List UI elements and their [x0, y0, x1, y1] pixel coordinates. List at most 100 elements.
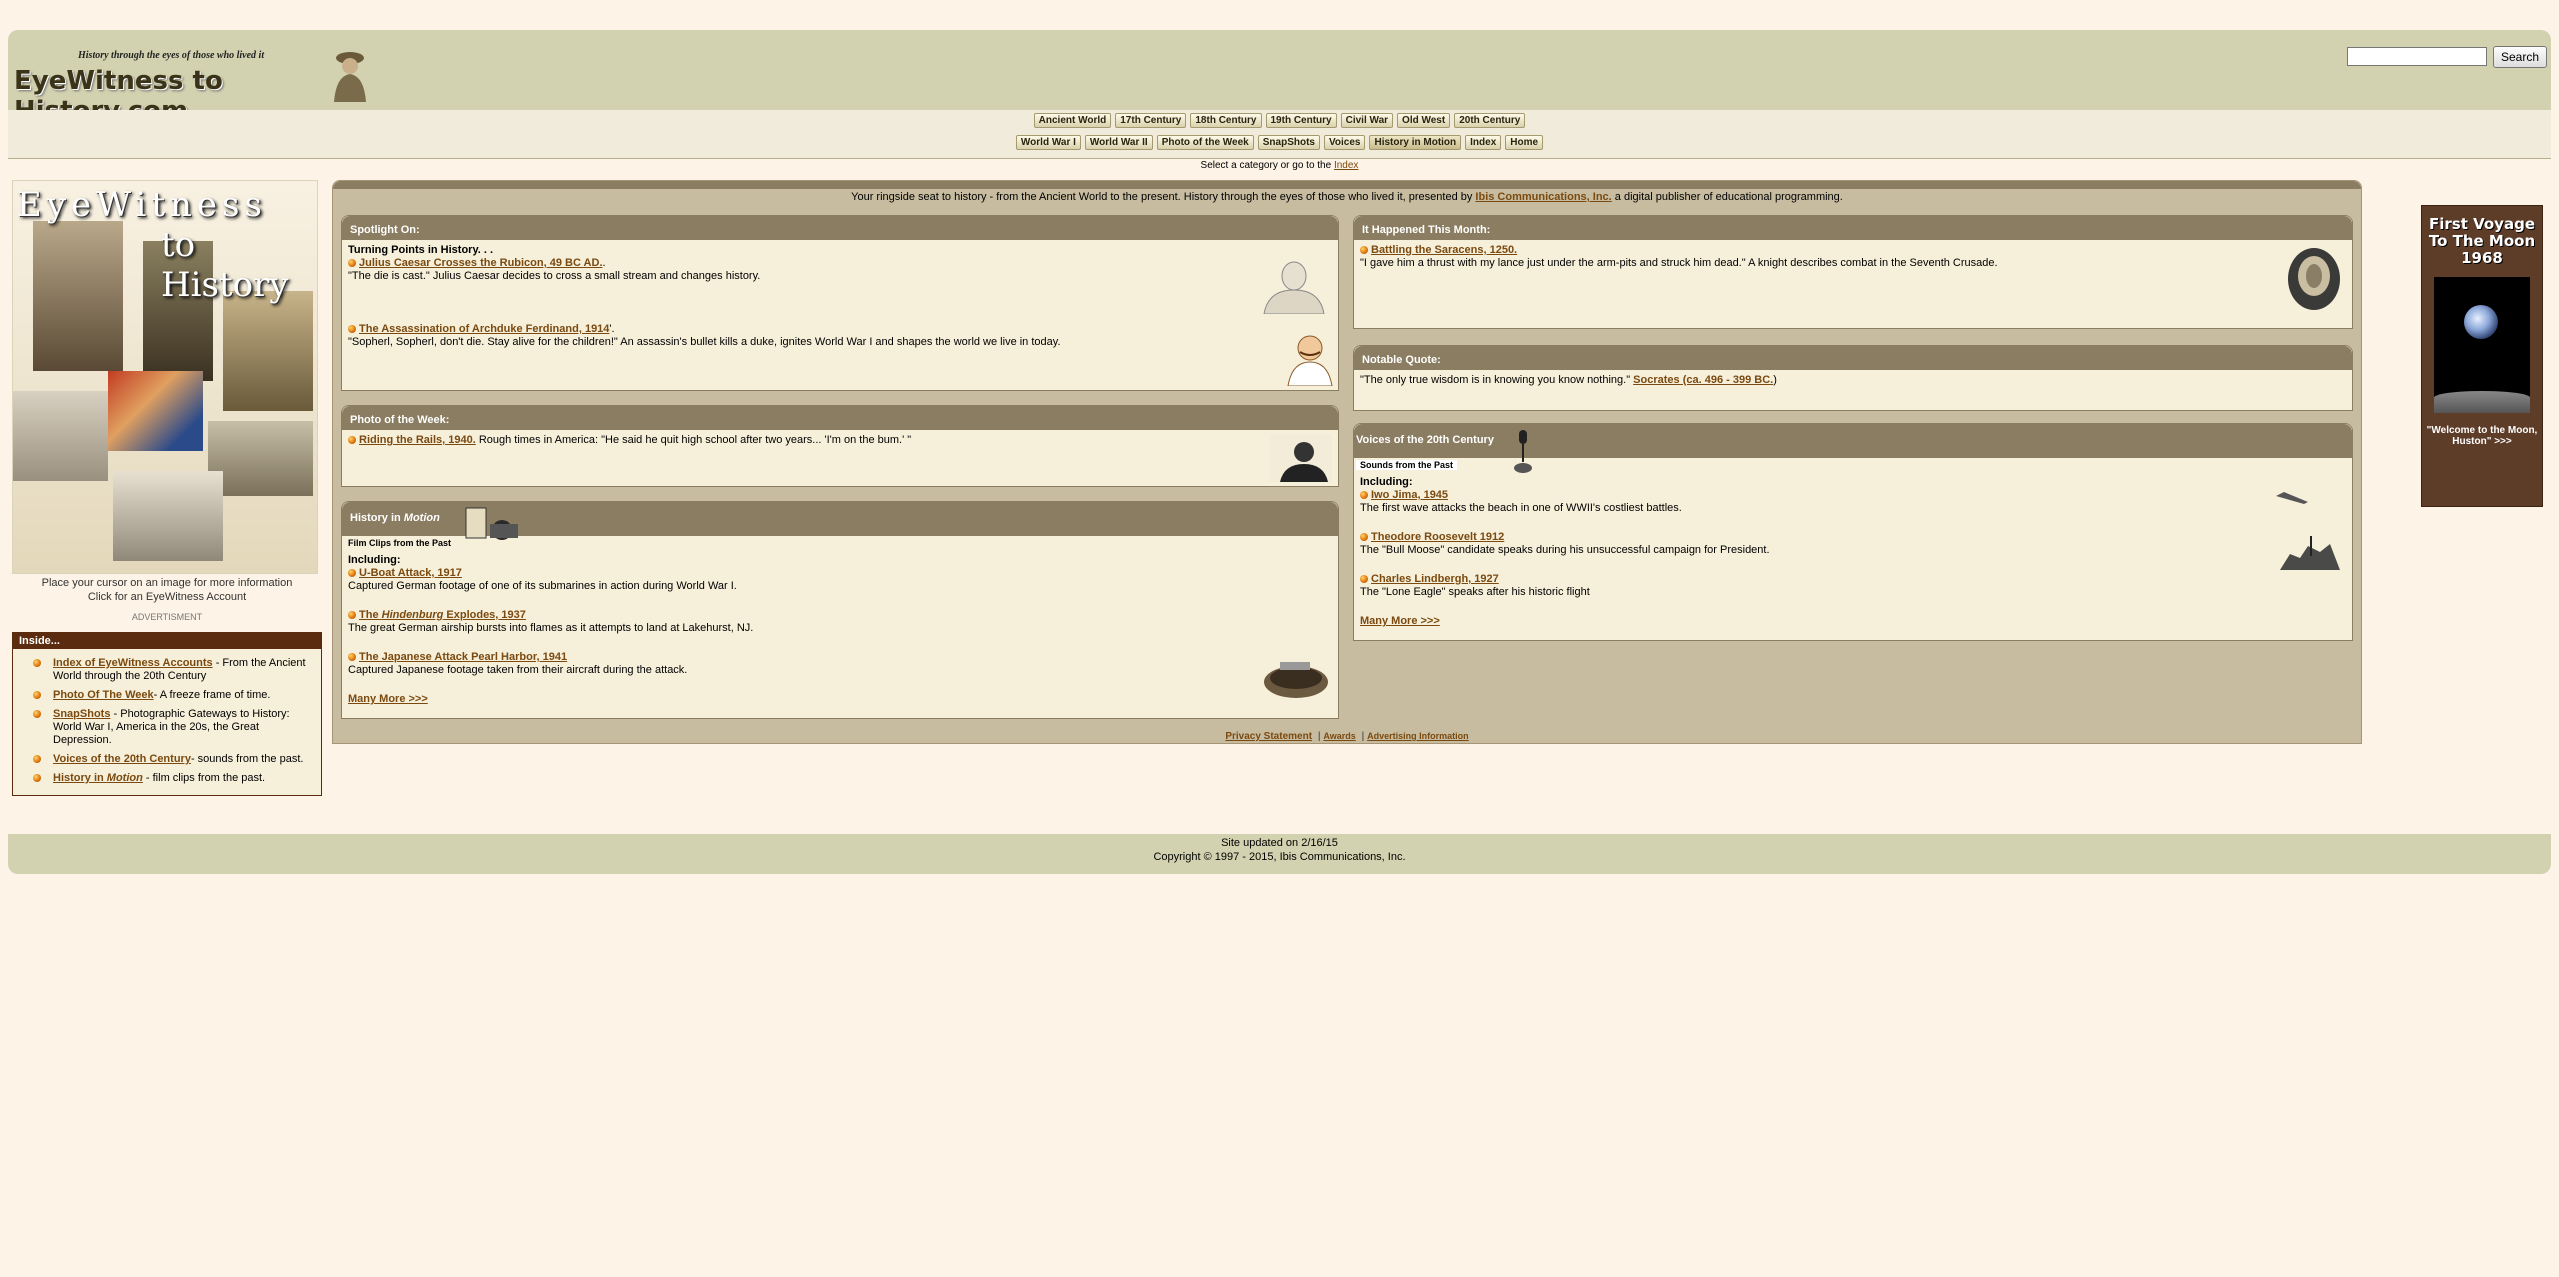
- collage-painting[interactable]: [108, 371, 203, 451]
- history-motion-header: History in Motion: [342, 502, 1338, 540]
- moon-voyage-ad[interactable]: First Voyage To The Moon 1968 "Welcome t…: [2421, 205, 2543, 507]
- spotlight-item: Julius Caesar Crosses the Rubicon, 49 BC…: [348, 257, 1332, 270]
- collage-title-2: to History: [161, 225, 289, 305]
- nav-row-2: World War I World War II Photo of the We…: [8, 135, 2551, 150]
- search-input[interactable]: [2347, 47, 2487, 66]
- intro-text: Your ringside seat to history - from the…: [333, 191, 2361, 203]
- nav-hint-index-link[interactable]: Index: [1334, 160, 1358, 171]
- motion-item-link-em: Hindenburg: [381, 609, 444, 621]
- inside-item: Index of EyeWitness Accounts - From the …: [33, 657, 311, 683]
- voices-item-link[interactable]: Charles Lindbergh, 1927: [1371, 573, 1499, 585]
- inside-item-link[interactable]: Voices of the 20th Century: [53, 753, 191, 765]
- nav-voices[interactable]: Voices: [1323, 135, 1366, 150]
- nav-photo-of-the-week[interactable]: Photo of the Week: [1156, 135, 1254, 150]
- inside-item: Photo Of The Week- A freeze frame of tim…: [33, 689, 311, 702]
- intro-post: a digital publisher of educational progr…: [1611, 191, 1843, 203]
- collage-ship[interactable]: [13, 391, 108, 481]
- photo-week-text: Rough times in America: "He said he quit…: [475, 434, 912, 446]
- main-panel: Your ringside seat to history - from the…: [332, 180, 2362, 744]
- photo-week-title: Photo of the Week:: [342, 406, 1338, 430]
- bullet-icon: [1360, 246, 1368, 255]
- knight-portrait-thumbnail[interactable]: [2286, 246, 2342, 312]
- inside-item-link-pre: History in: [53, 772, 107, 784]
- site-header: History through the eyes of those who li…: [8, 30, 2551, 126]
- voices-item: Iwo Jima, 1945: [1360, 489, 2346, 502]
- voices-panel: Voices of the 20th Century Sounds from t…: [1353, 423, 2353, 641]
- spotlight-subtitle: Turning Points in History. . .: [348, 244, 494, 256]
- nav-17th-century[interactable]: 17th Century: [1115, 113, 1187, 128]
- happened-title: It Happened This Month:: [1354, 216, 2352, 240]
- inside-item-text: - A freeze frame of time.: [153, 689, 271, 701]
- collage-figure-left[interactable]: [33, 221, 123, 371]
- nav-home[interactable]: Home: [1505, 135, 1544, 150]
- voices-item-text: The "Bull Moose" candidate speaks during…: [1360, 544, 1770, 556]
- aircraft-thumbnail[interactable]: [2274, 490, 2310, 510]
- inside-item: Voices of the 20th Century- sounds from …: [33, 753, 311, 766]
- inside-item-link[interactable]: SnapShots: [53, 708, 110, 720]
- nav-snapshots[interactable]: SnapShots: [1257, 135, 1320, 150]
- spotlight-panel: Spotlight On: Turning Points in History.…: [341, 215, 1339, 391]
- inside-list: Index of EyeWitness Accounts - From the …: [33, 657, 311, 785]
- spotlight-item-link[interactable]: Julius Caesar Crosses the Rubicon, 49 BC…: [359, 257, 603, 269]
- nav-19th-century[interactable]: 19th Century: [1265, 113, 1337, 128]
- happened-panel: It Happened This Month: Battling the Sar…: [1353, 215, 2353, 329]
- ibis-link[interactable]: Ibis Communications, Inc.: [1475, 191, 1611, 203]
- ad-title: First Voyage To The Moon 1968: [2428, 215, 2536, 267]
- history-motion-panel: History in Motion Film Clips from the Pa…: [341, 501, 1339, 719]
- collage-car[interactable]: [113, 471, 223, 561]
- voices-more-link[interactable]: Many More >>>: [1360, 615, 2346, 628]
- inside-item: SnapShots - Photographic Gateways to His…: [33, 708, 311, 747]
- privacy-link[interactable]: Privacy Statement: [1225, 731, 1312, 742]
- voices-item-text: The "Lone Eagle" speaks after his histor…: [1360, 586, 1590, 598]
- search-button[interactable]: Search: [2493, 46, 2547, 68]
- inside-item-link-em: Motion: [106, 772, 143, 784]
- ad-caption: "Welcome to the Moon, Huston" >>>: [2426, 425, 2538, 447]
- intro-pre: Your ringside seat to history - from the…: [851, 191, 1476, 203]
- caesar-bust-thumbnail[interactable]: [1256, 258, 1332, 314]
- film-reel-thumbnail[interactable]: [1260, 656, 1332, 702]
- quote-body: "The only true wisdom is in knowing you …: [1354, 370, 2352, 391]
- riding-rails-thumbnail[interactable]: [1270, 434, 1332, 482]
- nav-world-war-1[interactable]: World War I: [1015, 135, 1081, 150]
- history-motion-more-link[interactable]: Many More >>>: [348, 693, 1332, 706]
- nav-ancient-world[interactable]: Ancient World: [1033, 113, 1112, 128]
- spotlight-item-link[interactable]: The Assassination of Archduke Ferdinand,…: [359, 323, 609, 335]
- voices-title: Voices of the 20th Century: [1356, 434, 1494, 446]
- inside-item-link[interactable]: History in Motion: [53, 772, 143, 784]
- nav-index[interactable]: Index: [1465, 135, 1502, 150]
- microphone-icon: [1514, 430, 1532, 473]
- nav-civil-war[interactable]: Civil War: [1340, 113, 1394, 128]
- nav-hint: Select a category or go to the Index: [0, 160, 2559, 171]
- motion-item-text: The great German airship bursts into fla…: [348, 622, 754, 634]
- motion-item-link[interactable]: The Hindenburg Explodes, 1937: [359, 609, 526, 621]
- collage-figure-right[interactable]: [223, 291, 313, 411]
- motion-item-link[interactable]: The Japanese Attack Pearl Harbor, 1941: [359, 651, 567, 663]
- happened-link[interactable]: Battling the Saracens, 1250.: [1371, 244, 1517, 256]
- nav-old-west[interactable]: Old West: [1397, 113, 1451, 128]
- inside-item-link[interactable]: Photo Of The Week: [53, 689, 154, 701]
- site-logo[interactable]: History through the eyes of those who li…: [12, 48, 382, 126]
- awards-link[interactable]: Awards: [1323, 731, 1355, 741]
- voices-item-link[interactable]: Iwo Jima, 1945: [1371, 489, 1448, 501]
- motion-item-link[interactable]: U-Boat Attack, 1917: [359, 567, 462, 579]
- advertising-link[interactable]: Advertising Information: [1367, 731, 1469, 741]
- bullet-icon: [33, 659, 41, 667]
- nav-18th-century[interactable]: 18th Century: [1190, 113, 1262, 128]
- inside-item-link[interactable]: Index of EyeWitness Accounts: [53, 657, 213, 669]
- logo-figure-icon: [334, 52, 366, 102]
- separator: |: [1361, 731, 1365, 742]
- flag-raising-thumbnail[interactable]: [2280, 536, 2340, 570]
- bullet-icon: [348, 436, 356, 445]
- voices-item-link[interactable]: Theodore Roosevelt 1912: [1371, 531, 1504, 543]
- nav-20th-century[interactable]: 20th Century: [1454, 113, 1526, 128]
- bullet-icon: [348, 611, 356, 620]
- photo-week-link[interactable]: Riding the Rails, 1940.: [359, 434, 476, 446]
- inside-box-title: Inside...: [13, 633, 321, 649]
- socrates-link[interactable]: Socrates (ca. 496 - 399 BC.: [1633, 374, 1773, 386]
- history-motion-body: Including: U-Boat Attack, 1917 Captured …: [342, 536, 1338, 710]
- ferdinand-portrait-thumbnail[interactable]: [1282, 328, 1338, 386]
- collage-landscape[interactable]: [208, 421, 313, 496]
- history-collage-image[interactable]: EyeWitness to History: [12, 180, 318, 574]
- nav-world-war-2[interactable]: World War II: [1084, 135, 1153, 150]
- nav-history-in-motion[interactable]: History in Motion: [1369, 135, 1462, 150]
